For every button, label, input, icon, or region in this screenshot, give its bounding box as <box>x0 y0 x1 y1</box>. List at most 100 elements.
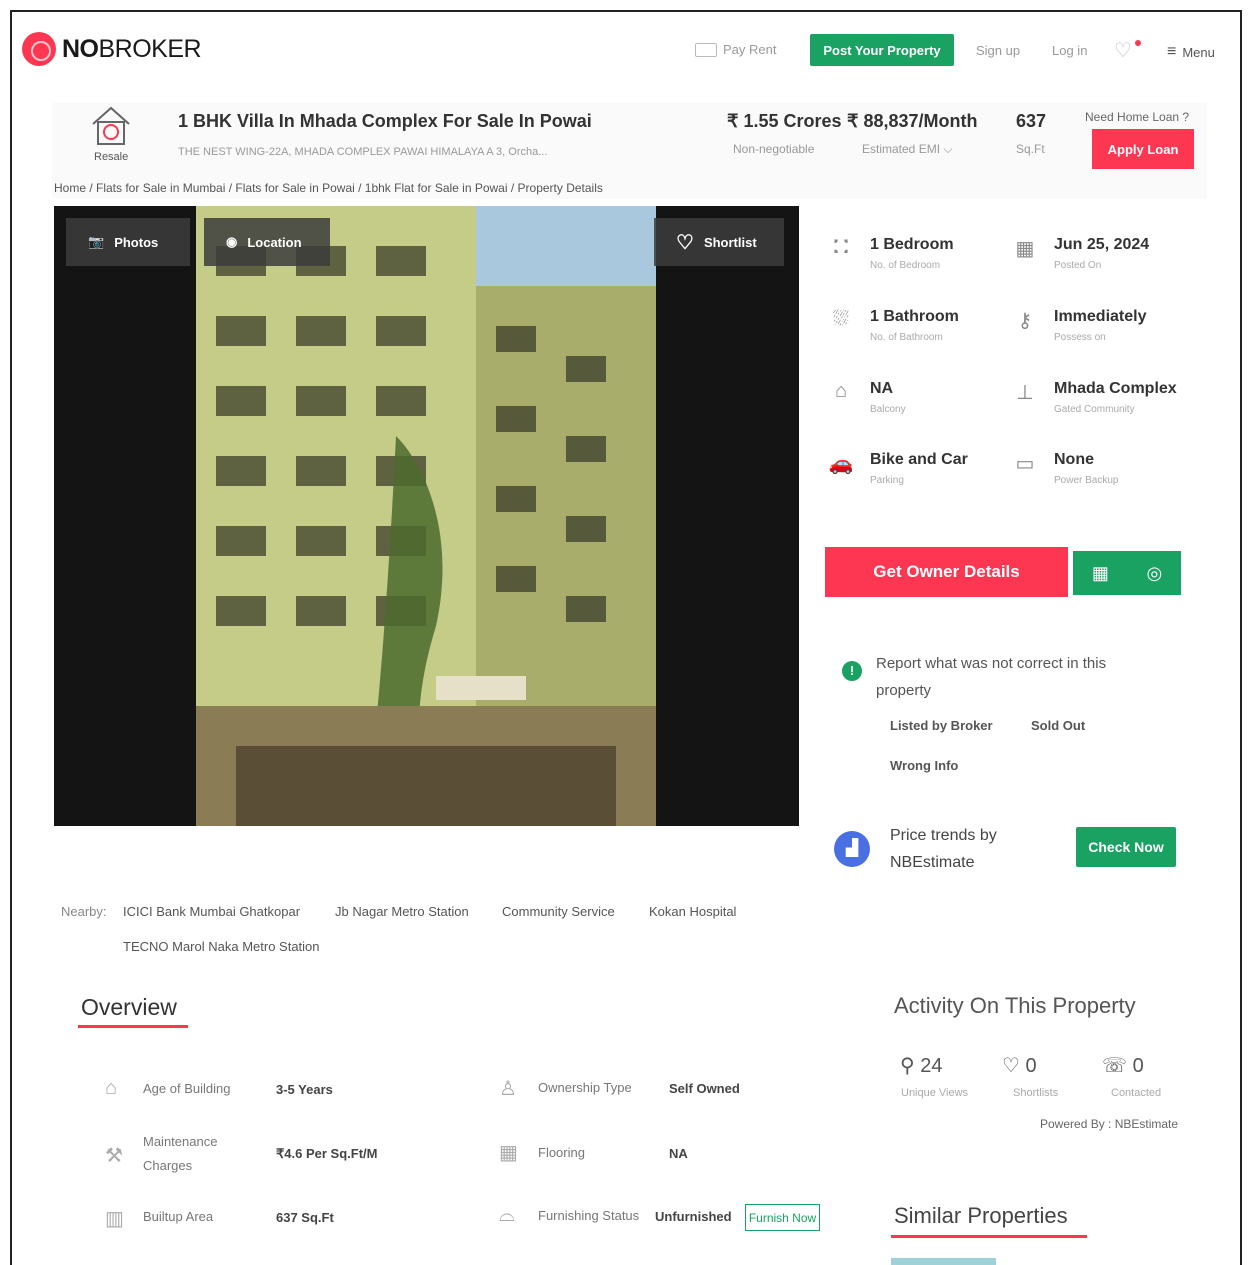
photos-button[interactable]: 📷 Photos <box>66 218 190 266</box>
person-icon: ⚲ <box>900 1055 915 1077</box>
spec-value: Immediately <box>1054 308 1147 325</box>
spec-possession: ⚷ Immediately Possess on <box>1012 308 1147 343</box>
spec-bathroom: ⛆ 1 Bathroom No. of Bathroom <box>828 308 959 343</box>
spec-label: Parking <box>870 475 904 486</box>
emi-dropdown[interactable]: Estimated EMI ⌵ <box>862 142 952 157</box>
card-icon <box>695 42 717 57</box>
activity-title: Activity On This Property <box>894 993 1136 1018</box>
pay-rent-link[interactable]: Pay Rent <box>695 42 776 57</box>
similar-underline <box>891 1235 1087 1238</box>
chat-icon[interactable]: ◎ <box>1146 563 1162 584</box>
report-listed-by-broker[interactable]: Listed by Broker <box>890 718 993 733</box>
flooring-icon: ▦ <box>499 1142 518 1164</box>
contacted-count: 0 <box>1132 1055 1144 1077</box>
overview-value: 3-5 Years <box>276 1082 333 1097</box>
calendar-icon: ▦ <box>1015 238 1035 260</box>
spec-posted-on: ▦ Jun 25, 2024 Posted On <box>1012 236 1150 271</box>
menu-button[interactable]: ≡ Menu <box>1167 43 1215 61</box>
spec-label: No. of Bedroom <box>870 260 941 271</box>
menu-label: Menu <box>1182 44 1215 60</box>
log-in-link[interactable]: Log in <box>1052 43 1087 58</box>
similar-properties-title: Similar Properties <box>894 1203 1068 1228</box>
photos-label: Photos <box>114 234 159 250</box>
spec-gated-community: ⊥ Mhada Complex Gated Community <box>1012 380 1176 415</box>
similar-property-thumbnail[interactable] <box>891 1258 996 1265</box>
bed-icon: ⛚ <box>833 236 849 258</box>
battery-icon: ▭ <box>1015 453 1035 475</box>
spec-label: Posted On <box>1054 260 1102 271</box>
price-trends-text: Price trends by NBEstimate <box>890 827 997 871</box>
spec-value: 1 Bathroom <box>870 308 959 325</box>
building-illustration <box>196 206 656 826</box>
maintenance-icon: ⚒ <box>105 1145 123 1167</box>
spec-label: No. of Bathroom <box>870 332 943 343</box>
property-photo[interactable]: 📷 Photos ◉ Location ♡ Shortlist <box>54 206 799 826</box>
check-now-button[interactable]: Check Now <box>1076 827 1176 867</box>
nearby-place[interactable]: TECNO Marol Naka Metro Station <box>123 939 320 954</box>
spec-label: Power Backup <box>1054 475 1119 486</box>
post-property-button[interactable]: Post Your Property <box>810 34 954 66</box>
building-image <box>196 206 656 826</box>
emi-value: ₹ 88,837/Month <box>847 111 978 131</box>
area-value: 637 <box>1016 111 1047 131</box>
get-owner-details-button[interactable]: Get Owner Details <box>825 547 1068 597</box>
camera-icon: 📷 <box>88 234 105 249</box>
views-label: Unique Views <box>901 1087 969 1099</box>
overview-label: Builtup Area <box>143 1209 214 1224</box>
owner-actions: ▦ ◎ <box>1073 551 1181 595</box>
spec-value: 1 Bedroom <box>870 236 954 253</box>
furnish-now-button[interactable]: Furnish Now <box>745 1204 820 1231</box>
spec-label: Balcony <box>870 404 906 415</box>
compass-icon: ◉ <box>226 234 238 249</box>
nearby-place[interactable]: Jb Nagar Metro Station <box>335 904 469 919</box>
house-icon <box>92 106 130 145</box>
builtup-area-icon: ▥ <box>105 1208 124 1230</box>
spec-value: Bike and Car <box>870 451 968 468</box>
overview-label: Furnishing Status <box>538 1208 640 1223</box>
nearby-place[interactable]: Community Service <box>502 904 615 919</box>
report-wrong-info[interactable]: Wrong Info <box>890 758 958 773</box>
spec-value: NA <box>870 380 894 397</box>
overview-value: 637 Sq.Ft <box>276 1210 334 1225</box>
gate-icon: ⊥ <box>1016 382 1034 404</box>
property-address: THE NEST WING-22A, MHADA COMPLEX PAWAI H… <box>178 146 548 158</box>
pay-rent-label: Pay Rent <box>723 42 777 57</box>
chart-icon: ▟ <box>834 831 870 867</box>
price-note: Non-negotiable <box>733 142 815 156</box>
apply-loan-button[interactable]: Apply Loan <box>1092 129 1194 169</box>
sign-up-link[interactable]: Sign up <box>976 43 1020 58</box>
breadcrumb[interactable]: Home / Flats for Sale in Mumbai / Flats … <box>54 181 603 195</box>
area-unit: Sq.Ft <box>1016 142 1045 156</box>
location-label: Location <box>247 234 302 250</box>
overview-underline <box>78 1025 188 1028</box>
alert-icon: ! <box>842 661 862 681</box>
report-sold-out[interactable]: Sold Out <box>1031 718 1085 733</box>
shortlist-label: Shortlist <box>703 234 757 250</box>
resale-label: Resale <box>94 151 129 163</box>
overview-value: NA <box>669 1146 688 1161</box>
schedule-icon[interactable]: ▦ <box>1092 563 1109 584</box>
nearby-place[interactable]: ICICI Bank Mumbai Ghatkopar <box>123 904 300 919</box>
overview-value: Self Owned <box>669 1081 740 1096</box>
spec-parking: 🚗 Bike and Car Parking <box>828 451 968 486</box>
nobroker-logo[interactable]: NOBROKER <box>22 32 202 66</box>
overview-label: Age of Building <box>143 1081 231 1096</box>
property-title: 1 BHK Villa In Mhada Complex For Sale In… <box>178 111 592 131</box>
overview-label: Flooring <box>538 1145 585 1160</box>
unique-views: ⚲ 24 <box>900 1053 942 1078</box>
overview-label: Maintenance Charges <box>143 1134 218 1173</box>
shortlist-button[interactable]: ♡ Shortlist <box>654 218 784 266</box>
ownership-icon: ♙ <box>499 1078 517 1100</box>
heart-icon[interactable]: ♡ <box>1114 38 1132 63</box>
shortlists-count: 0 <box>1025 1055 1037 1077</box>
logo-text: NOBROKER <box>62 34 202 63</box>
spec-bedroom: ⛚ 1 Bedroom No. of Bedroom <box>828 236 954 271</box>
notification-dot <box>1135 40 1141 46</box>
nearby-place[interactable]: Kokan Hospital <box>649 904 736 919</box>
heart-outline-icon: ♡ <box>676 231 694 254</box>
spec-value: Jun 25, 2024 <box>1054 236 1150 253</box>
home-loan-question: Need Home Loan ? <box>1085 110 1190 124</box>
powered-by: Powered By : NBEstimate <box>1040 1117 1179 1131</box>
location-button[interactable]: ◉ Location <box>204 218 330 266</box>
contacted: ☏ 0 <box>1102 1053 1144 1078</box>
